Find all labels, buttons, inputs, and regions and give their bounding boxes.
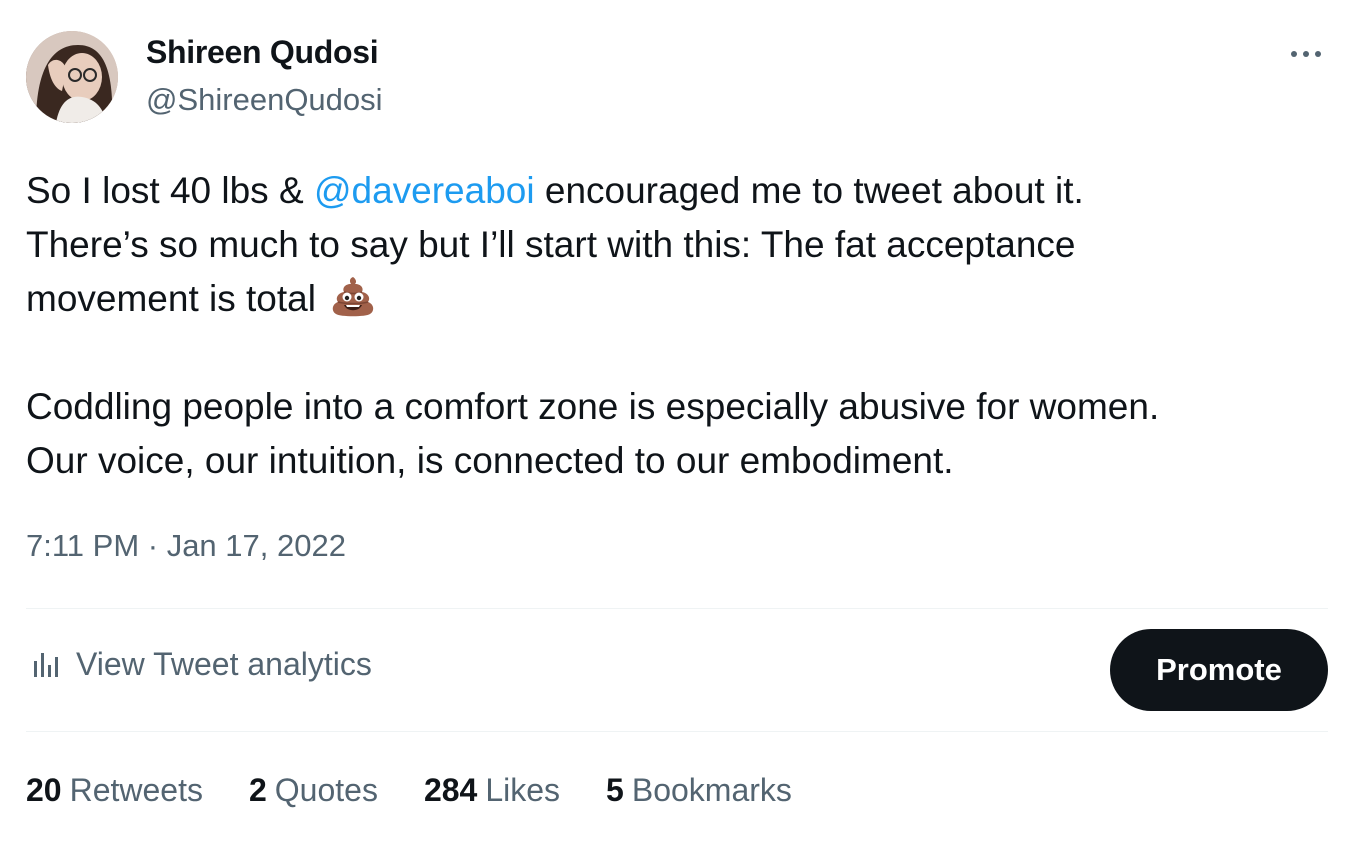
avatar-image xyxy=(26,31,118,123)
analytics-label: View Tweet analytics xyxy=(76,646,372,682)
tweet-line: There’s so much to say but I’ll start wi… xyxy=(26,224,1076,265)
promote-button[interactable]: Promote xyxy=(1110,629,1328,711)
divider xyxy=(26,731,1328,732)
author-display-name[interactable]: Shireen Qudosi xyxy=(146,34,379,71)
stat-count: 284 xyxy=(423,772,478,808)
quotes-stat[interactable]: 2 Quotes xyxy=(249,772,378,809)
stat-count: 2 xyxy=(248,772,267,808)
stat-label: Retweets xyxy=(69,772,203,808)
avatar[interactable] xyxy=(26,31,118,123)
tweet-line: So I lost 40 lbs & @davereaboi encourage… xyxy=(26,164,1326,218)
tweet-line: movement is total xyxy=(26,272,1326,326)
more-options-icon[interactable] xyxy=(1284,40,1328,68)
stat-count: 20 xyxy=(26,772,62,808)
retweets-stat[interactable]: 20 Retweets xyxy=(26,772,203,809)
tweet-line: Our voice, our intuition, is connected t… xyxy=(26,440,954,481)
tweet-line: Coddling people into a comfort zone is e… xyxy=(26,386,1160,427)
tweet-text-segment: movement is total xyxy=(26,278,316,319)
analytics-icon xyxy=(34,652,58,677)
author-handle[interactable]: @ShireenQudosi xyxy=(146,82,383,118)
tweet-text: So I lost 40 lbs & @davereaboi encourage… xyxy=(26,164,1326,488)
tweet-text-segment: encouraged me to tweet about it. xyxy=(534,170,1084,211)
tweet-card: Shireen Qudosi @ShireenQudosi So I lost … xyxy=(0,0,1364,844)
likes-stat[interactable]: 284 Likes xyxy=(424,772,560,809)
view-analytics-link[interactable]: View Tweet analytics xyxy=(26,646,372,683)
mention-link[interactable]: @davereaboi xyxy=(314,170,535,211)
bookmarks-stat[interactable]: 5 Bookmarks xyxy=(606,772,792,809)
divider xyxy=(26,608,1328,609)
tweet-text-segment: So I lost 40 lbs & xyxy=(26,170,314,211)
paragraph-break xyxy=(26,326,1326,380)
stat-label: Bookmarks xyxy=(631,772,792,808)
stat-label: Likes xyxy=(485,772,561,808)
pile-of-poo-emoji xyxy=(333,277,374,317)
stat-count: 5 xyxy=(606,772,624,808)
tweet-stats: 20 Retweets 2 Quotes 284 Likes 5 Bookmarks xyxy=(26,772,792,809)
stat-label: Quotes xyxy=(274,772,378,808)
tweet-timestamp[interactable]: 7:11 PM · Jan 17, 2022 xyxy=(26,528,346,564)
